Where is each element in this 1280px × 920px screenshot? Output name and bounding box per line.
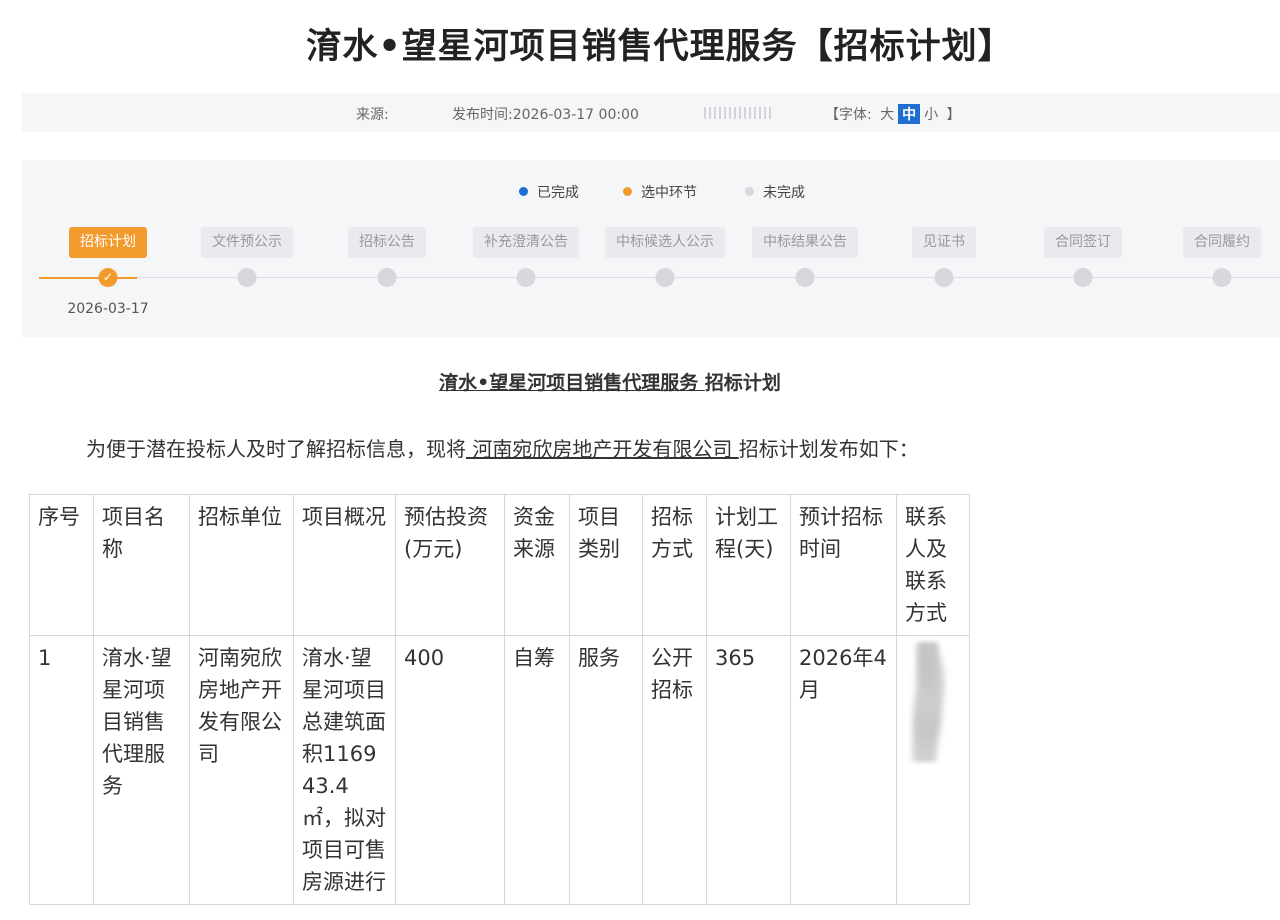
step-dot-icon bbox=[795, 268, 815, 287]
table-cell-project-name: 淯水·望星河项目销售代理服务 bbox=[93, 635, 190, 905]
table-header-cell: 项目名称 bbox=[93, 494, 190, 636]
source-label: 来源: bbox=[356, 107, 389, 123]
font-label-open: 【字体: bbox=[825, 107, 872, 123]
selected-dot-icon bbox=[623, 187, 632, 196]
step-label[interactable]: 合同履约 bbox=[1183, 227, 1261, 258]
document-heading-project: 淯水•望星河项目销售代理服务 bbox=[439, 372, 705, 394]
step-dot-icon bbox=[1212, 268, 1232, 287]
page-title: 淯水•望星河项目销售代理服务【招标计划】 bbox=[306, 27, 1014, 67]
legend-selected: 选中环节 bbox=[623, 182, 697, 202]
step-dot-icon bbox=[655, 268, 675, 287]
step-label[interactable]: 补充澄清公告 bbox=[473, 227, 579, 258]
step-dot-icon bbox=[237, 268, 257, 287]
step-label[interactable]: 中标结果公告 bbox=[752, 227, 858, 258]
table-header-cell: 联系人及联系方式 bbox=[896, 494, 970, 636]
step-dot-icon bbox=[1073, 268, 1093, 287]
table-header-cell: 资金来源 bbox=[504, 494, 570, 636]
legend-done-label: 已完成 bbox=[537, 185, 579, 201]
todo-dot-icon bbox=[745, 187, 754, 196]
font-size-small-button[interactable]: 小 bbox=[920, 104, 942, 124]
table-cell-overview: 淯水·望星河项目总建筑面积116943.4㎡，拟对项目可售房源进行 bbox=[293, 635, 396, 905]
bid-plan-table: 序号 项目名称 招标单位 项目概况 预估投资(万元) 资金来源 项目类别 招标方… bbox=[29, 494, 970, 905]
font-size-medium-button[interactable]: 中 bbox=[898, 104, 921, 124]
step-label[interactable]: 文件预公示 bbox=[201, 227, 293, 258]
document-heading-suffix: 招标计划 bbox=[704, 372, 781, 394]
table-header-cell: 招标方式 bbox=[642, 494, 707, 636]
table-cell-investment: 400 bbox=[395, 635, 505, 905]
table-header-cell: 计划工程(天) bbox=[706, 494, 791, 636]
step-dot-icon bbox=[516, 268, 536, 287]
table-header-row: 序号 项目名称 招标单位 项目概况 预估投资(万元) 资金来源 项目类别 招标方… bbox=[29, 494, 970, 636]
legend-selected-label: 选中环节 bbox=[641, 185, 697, 201]
intro-paragraph: 为便于潜在投标人及时了解招标信息，现将 河南宛欣房地产开发有限公司 招标计划发布… bbox=[86, 433, 919, 462]
table-cell-bid-time: 2026年4月 bbox=[790, 635, 897, 905]
table-header-cell: 项目概况 bbox=[293, 494, 396, 636]
done-dot-icon bbox=[519, 187, 528, 196]
publish-time: 发布时间:2026-03-17 00:00 bbox=[452, 104, 639, 124]
redacted-contact bbox=[905, 642, 961, 762]
step-label[interactable]: 招标公告 bbox=[348, 227, 426, 258]
table-header-cell: 预计招标时间 bbox=[790, 494, 897, 636]
legend-todo-label: 未完成 bbox=[763, 185, 805, 201]
font-label-close: 】 bbox=[946, 107, 961, 123]
page: 淯水•望星河项目销售代理服务【招标计划】 来源: 发布时间:2026-03-17… bbox=[0, 0, 1280, 920]
table-cell-fund-source: 自筹 bbox=[504, 635, 570, 905]
meta-bar: 来源: 发布时间:2026-03-17 00:00 【字体: 大中小 】 bbox=[22, 93, 1280, 132]
table-cell-duration: 365 bbox=[706, 635, 791, 905]
legend-todo: 未完成 bbox=[745, 182, 805, 202]
step-label[interactable]: 招标计划 bbox=[69, 227, 147, 258]
bidding-progress: 已完成 选中环节 未完成 招标计划 ✓ 2026-03-17 文件预公示 招标公告 补充澄… bbox=[22, 160, 1280, 337]
table-cell-index: 1 bbox=[29, 635, 94, 905]
legend-done: 已完成 bbox=[519, 182, 579, 202]
document-heading: 淯水•望星河项目销售代理服务 招标计划 bbox=[0, 368, 1220, 395]
check-icon: ✓ bbox=[98, 268, 118, 287]
publish-time-label: 发布时间: bbox=[452, 107, 513, 123]
table-row: 1 淯水·望星河项目销售代理服务 河南宛欣房地产开发有限公司 淯水·望星河项目总… bbox=[29, 635, 970, 905]
table-header-cell: 项目类别 bbox=[569, 494, 643, 636]
step-label[interactable]: 见证书 bbox=[912, 227, 976, 258]
step-dot-icon bbox=[377, 268, 397, 287]
font-size-large-button[interactable]: 大 bbox=[876, 104, 898, 124]
step-label[interactable]: 中标候选人公示 bbox=[605, 227, 725, 258]
publish-time-value: 2026-03-17 00:00 bbox=[512, 107, 639, 123]
progress-track-active bbox=[39, 277, 137, 279]
table-cell-tenderer: 河南宛欣房地产开发有限公司 bbox=[189, 635, 294, 905]
table-header-cell: 预估投资(万元) bbox=[395, 494, 505, 636]
redacted-view-count bbox=[704, 107, 774, 119]
table-cell-category: 服务 bbox=[569, 635, 643, 905]
table-cell-contact bbox=[896, 635, 970, 905]
intro-suffix: 招标计划发布如下： bbox=[738, 437, 919, 461]
intro-company: 河南宛欣房地产开发有限公司 bbox=[466, 437, 739, 461]
table-header-cell: 招标单位 bbox=[189, 494, 294, 636]
step-date: 2026-03-17 bbox=[67, 301, 149, 317]
table-cell-bid-method: 公开招标 bbox=[642, 635, 707, 905]
font-size-switcher: 【字体: 大中小 】 bbox=[825, 104, 961, 124]
step-label[interactable]: 合同签订 bbox=[1044, 227, 1122, 258]
intro-prefix: 为便于潜在投标人及时了解招标信息，现将 bbox=[86, 437, 466, 461]
table-header-cell: 序号 bbox=[29, 494, 94, 636]
step-dot-icon bbox=[934, 268, 954, 287]
